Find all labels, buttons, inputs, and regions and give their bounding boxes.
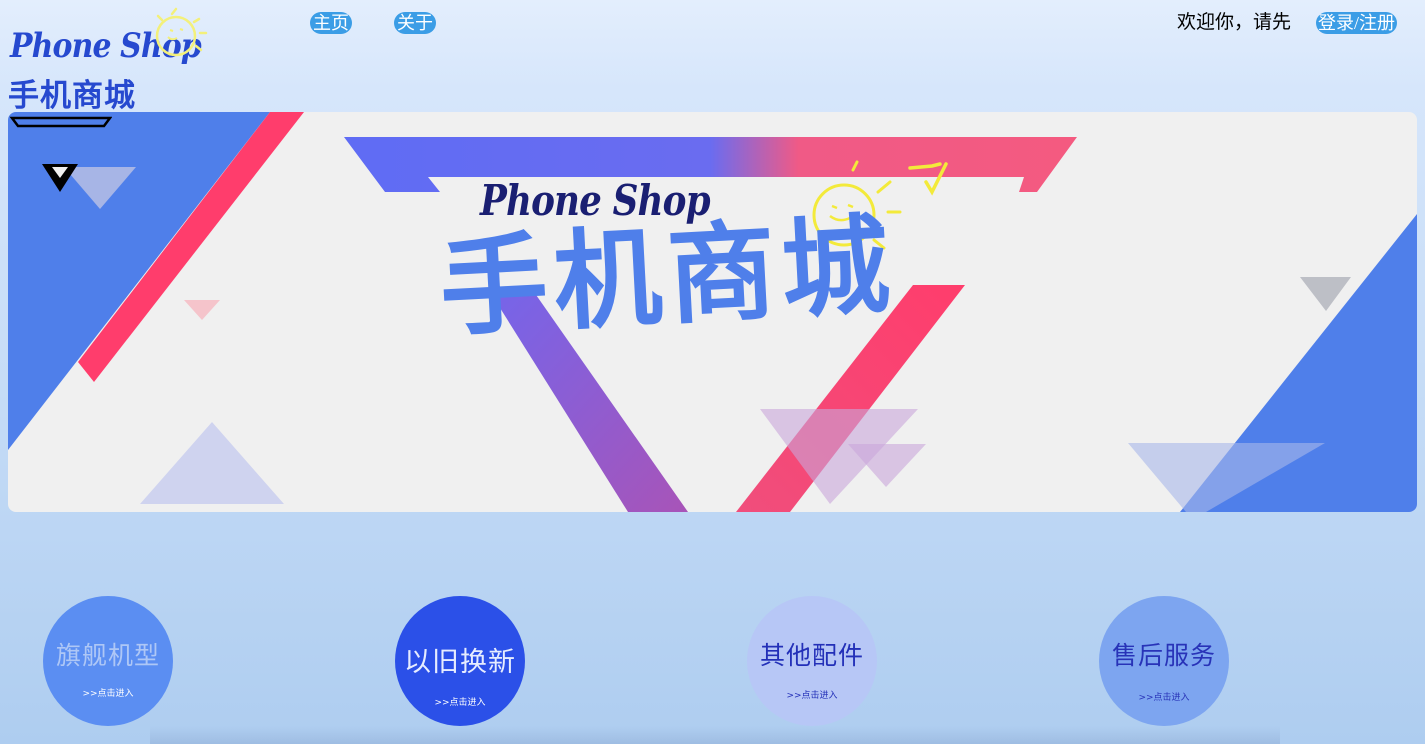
category-title: 旗舰机型 [55,641,160,670]
category-enter-link[interactable]: >>点击进入 [747,688,877,701]
nav-home-link[interactable]: 主页 [310,12,352,34]
sun-smiley-icon [155,7,208,57]
left-triangle-small-pink [184,300,220,320]
welcome-text: 欢迎你，请先 [1176,12,1291,33]
footer-shadow [150,726,1280,744]
logo[interactable]: Phone Shop 手机商城 [0,0,215,114]
category-section: 旗舰机型 >>点击进入 以旧换新 >>点击进入 其他配件 >>点击进入 售后服务… [0,512,1425,744]
category-trade-in[interactable]: 以旧换新 >>点击进入 [395,596,525,726]
category-title: 售后服务 [1111,641,1216,670]
logo-text-cn: 手机商城 [8,78,136,114]
category-accessories[interactable]: 其他配件 >>点击进入 [747,596,877,726]
login-register-button[interactable]: 登录/注册 [1315,12,1397,34]
category-flagship[interactable]: 旗舰机型 >>点击进入 [43,596,173,726]
hamburger-chevron-icon[interactable] [8,112,112,202]
hero-banner: Phone Shop 手机商城 [8,112,1417,512]
banner-title-cn: 手机商城 [436,203,899,352]
category-title: 以旧换新 [404,647,516,678]
category-enter-link[interactable]: >>点击进入 [395,695,525,708]
category-enter-link[interactable]: >>点击进入 [43,686,173,699]
category-title: 其他配件 [759,641,864,670]
header: Phone Shop 手机商城 主页 关于 欢迎你，请先 登录/注册 [0,0,1425,114]
right-triangle-grey [1300,277,1351,311]
category-enter-link[interactable]: >>点击进入 [1099,690,1229,703]
frame-top-bar [344,137,1077,192]
nav-about-link[interactable]: 关于 [394,12,436,34]
category-after-sales[interactable]: 售后服务 >>点击进入 [1099,596,1229,726]
left-triangle-bottom [140,422,284,504]
